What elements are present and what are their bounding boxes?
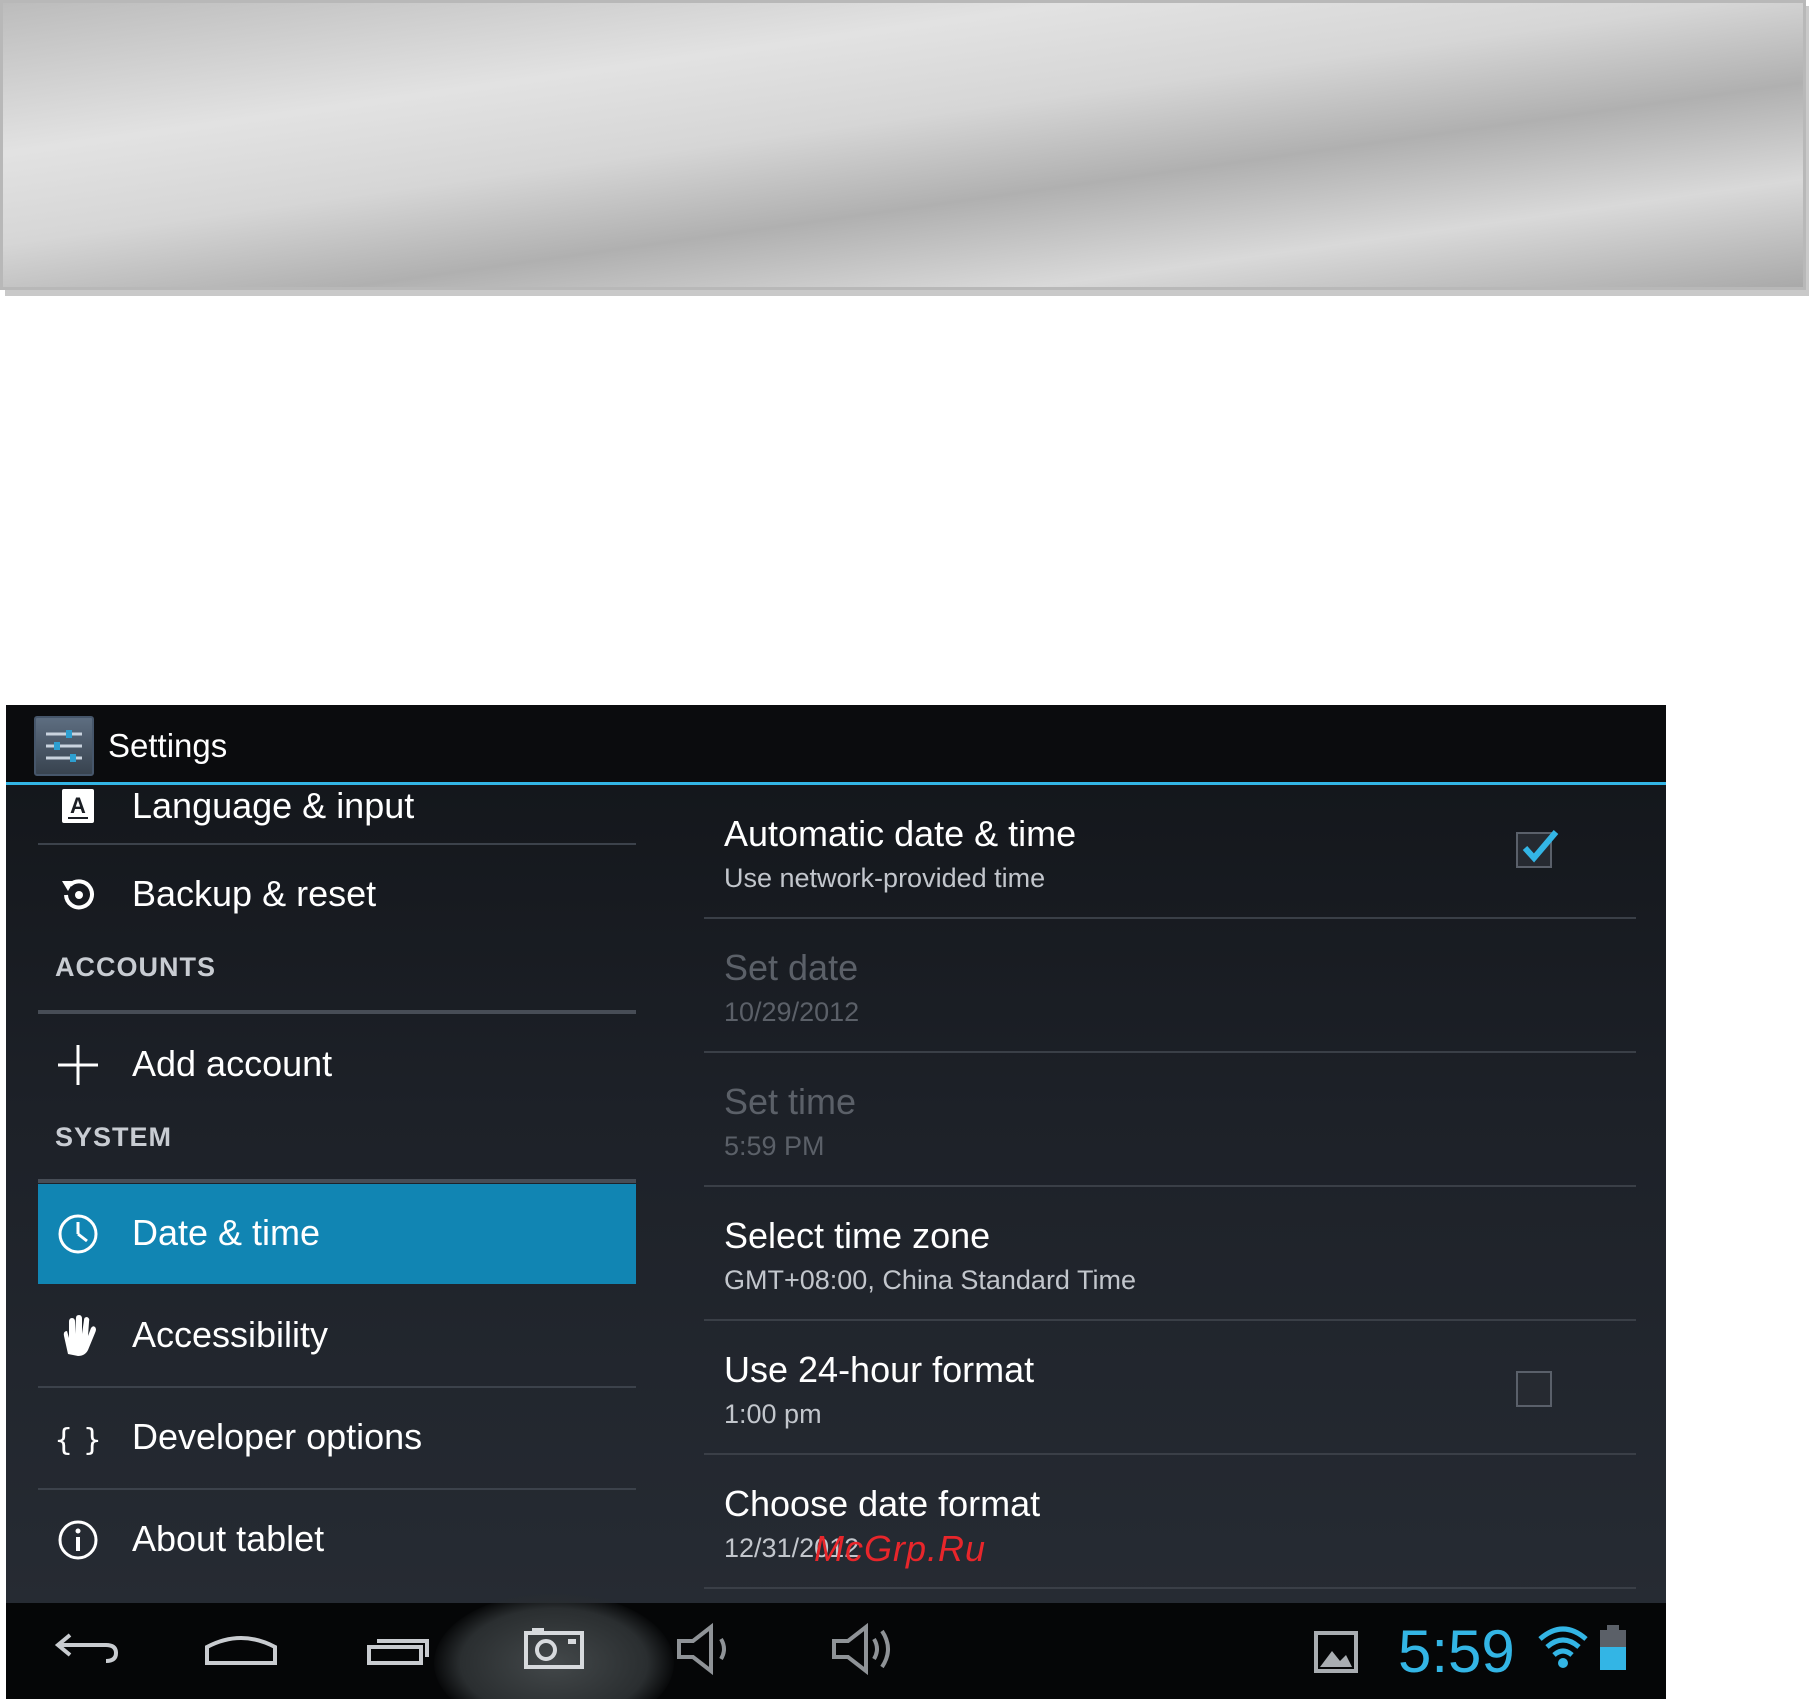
- header-item-add-account[interactable]: Add account: [38, 1015, 636, 1115]
- pref-set-date[interactable]: Set date 10/29/2012: [704, 919, 1636, 1053]
- plus-icon: [56, 1043, 100, 1087]
- header-item-label: Accessibility: [132, 1314, 329, 1355]
- header-item-label: Language & input: [132, 785, 415, 826]
- svg-text:A: A: [70, 793, 86, 818]
- svg-text:{ }: { }: [56, 1423, 100, 1458]
- pref-set-time[interactable]: Set time 5:59 PM: [704, 1053, 1636, 1187]
- header-item-label: Add account: [132, 1043, 333, 1084]
- volume-down-icon[interactable]: [671, 1617, 751, 1681]
- pref-title: Automatic date & time: [724, 813, 1077, 854]
- language-icon: A: [56, 785, 100, 829]
- watermark-text: McGrp.Ru: [814, 1528, 987, 1569]
- pref-title: Use 24-hour format: [724, 1349, 1035, 1390]
- header-item-accessibility[interactable]: Accessibility: [38, 1286, 636, 1386]
- header-item-label: About tablet: [132, 1518, 325, 1559]
- automatic-date-time-checkbox[interactable]: [1516, 830, 1559, 868]
- info-icon: [56, 1518, 100, 1562]
- back-icon[interactable]: [46, 1617, 126, 1681]
- pref-automatic-date-time[interactable]: Automatic date & time Use network-provid…: [704, 785, 1636, 919]
- header-item-label: Date & time: [132, 1212, 321, 1253]
- hand-icon: [56, 1314, 100, 1358]
- pref-title: Choose date format: [724, 1483, 1041, 1524]
- status-clock: 5:59: [1398, 1618, 1515, 1685]
- settings-content: A Language & input Backup & reset ACCOUN…: [6, 785, 1666, 1603]
- section-header-system: SYSTEM: [55, 1122, 173, 1152]
- pref-summary: 10/29/2012: [724, 997, 860, 1027]
- page-title: Settings: [108, 727, 228, 764]
- pref-title: Select time zone: [724, 1215, 991, 1256]
- home-icon[interactable]: [201, 1617, 281, 1681]
- pref-summary: 5:59 PM: [724, 1131, 825, 1161]
- header-item-about-tablet[interactable]: About tablet: [38, 1490, 636, 1590]
- screenshot-icon[interactable]: [516, 1617, 596, 1681]
- header-item-date-time[interactable]: Date & time: [38, 1184, 636, 1284]
- date-time-preferences: Automatic date & time Use network-provid…: [704, 785, 1636, 1603]
- header-item-label: Developer options: [132, 1416, 423, 1457]
- pref-select-time-zone[interactable]: Select time zone GMT+08:00, China Standa…: [704, 1187, 1636, 1321]
- pref-title: Set date: [724, 947, 859, 988]
- header-item-label: Backup & reset: [132, 873, 377, 914]
- checkmark-icon: [1522, 830, 1559, 863]
- pref-summary: GMT+08:00, China Standard Time: [724, 1265, 1136, 1295]
- tablet-screen: Settings A Language & input Backup & res…: [6, 705, 1666, 1699]
- system-nav-bar: 5:59: [6, 1593, 1666, 1699]
- recent-apps-icon[interactable]: [361, 1617, 441, 1681]
- action-bar: Settings: [6, 705, 1666, 785]
- volume-up-icon[interactable]: [826, 1617, 906, 1681]
- settings-app-icon[interactable]: [34, 716, 94, 776]
- braces-icon: { }: [54, 1416, 102, 1460]
- pref-summary: Use network-provided time: [724, 863, 1046, 893]
- battery-icon: [1596, 1623, 1630, 1687]
- wifi-icon: [1536, 1623, 1590, 1687]
- use-24-hour-checkbox[interactable]: [1516, 1371, 1552, 1407]
- pref-summary: 1:00 pm: [724, 1399, 822, 1429]
- section-header-accounts: ACCOUNTS: [55, 952, 216, 982]
- header-item-developer-options[interactable]: { } Developer options: [38, 1388, 636, 1488]
- backup-reset-icon: [56, 873, 100, 917]
- settings-headers-list: A Language & input Backup & reset ACCOUN…: [38, 785, 636, 1603]
- pref-use-24-hour-format[interactable]: Use 24-hour format 1:00 pm: [704, 1321, 1636, 1455]
- gallery-icon[interactable]: [1306, 1617, 1386, 1681]
- header-item-backup-reset[interactable]: Backup & reset: [38, 845, 636, 945]
- clock-icon: [56, 1212, 100, 1256]
- decorative-banner: [0, 0, 1806, 290]
- pref-title: Set time: [724, 1081, 857, 1122]
- section-divider: [38, 1179, 636, 1183]
- section-divider: [38, 1010, 636, 1014]
